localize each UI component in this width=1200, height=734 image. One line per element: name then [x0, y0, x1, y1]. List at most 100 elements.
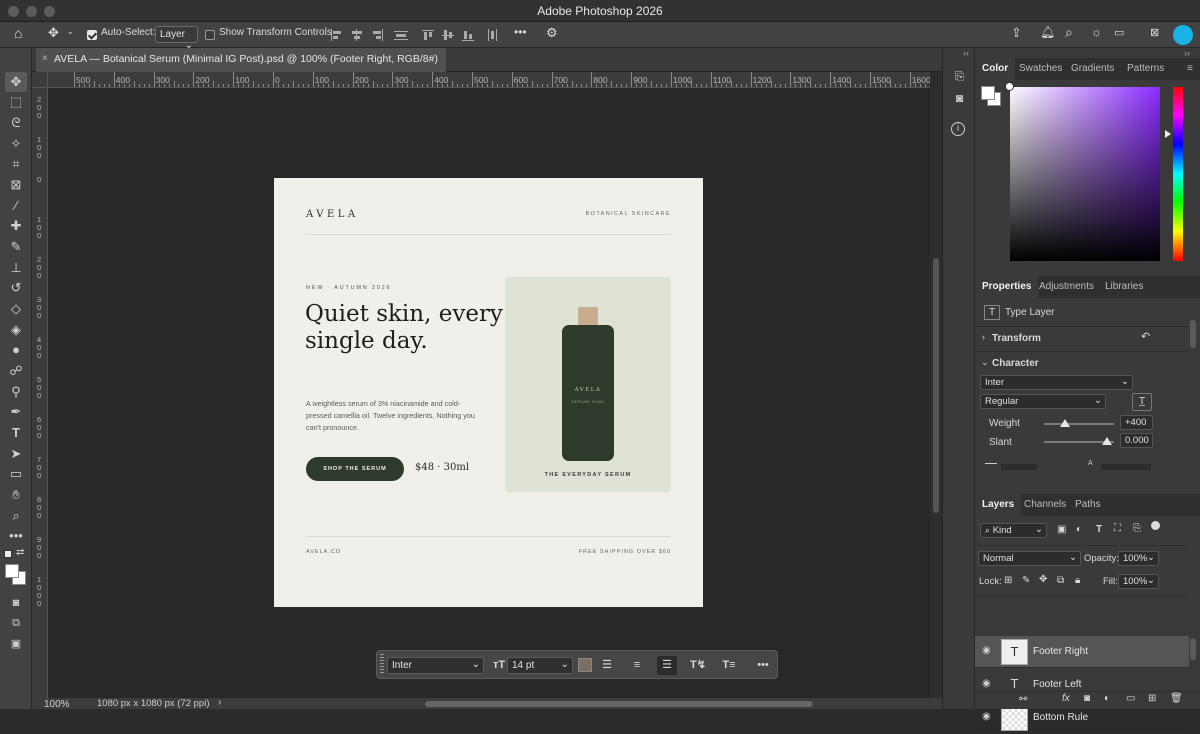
- stamp-tool-icon[interactable]: ⊥: [5, 258, 27, 278]
- more-tools-icon[interactable]: •••: [5, 526, 27, 546]
- top-rule[interactable]: [306, 234, 671, 235]
- color-picker-ring[interactable]: [1005, 82, 1014, 91]
- paint-bucket-tool-icon[interactable]: ◈: [5, 320, 27, 340]
- tab-color[interactable]: Color: [975, 58, 1015, 80]
- align-left-icon[interactable]: ☰: [597, 656, 617, 675]
- chevron-down-icon[interactable]: ⌄: [67, 27, 74, 36]
- adjustment-filter-icon[interactable]: ◐: [1076, 524, 1082, 535]
- weight-slider-thumb[interactable]: [1060, 419, 1070, 427]
- variable-font-icon[interactable]: T̲: [1132, 393, 1152, 411]
- kind-filter-dropdown[interactable]: ⌕ Kind⌄: [980, 523, 1047, 538]
- share-icon[interactable]: ⇪: [1011, 25, 1022, 41]
- align-right-icon[interactable]: ☰: [657, 656, 677, 675]
- lock-position-icon[interactable]: ✥: [1039, 574, 1047, 585]
- color-field[interactable]: [1010, 87, 1160, 261]
- workspace-icon[interactable]: ▭: [1114, 26, 1124, 39]
- marquee-tool-icon[interactable]: ⬚: [5, 92, 27, 112]
- align-right-edges-icon[interactable]: [370, 29, 384, 41]
- close-tab-icon[interactable]: ×: [42, 53, 48, 64]
- link-layers-icon[interactable]: ⚯: [1019, 694, 1027, 705]
- tab-adjustments[interactable]: Adjustments: [1032, 276, 1101, 298]
- hue-slider-arrow[interactable]: [1165, 130, 1171, 138]
- eye-icon[interactable]: ◉: [982, 678, 991, 689]
- font-style-dropdown[interactable]: Regular⌄: [980, 394, 1106, 409]
- tab-libraries[interactable]: Libraries: [1098, 276, 1150, 298]
- eraser-tool-icon[interactable]: ◇: [5, 299, 27, 319]
- artboard[interactable]: AVELA BOTANICAL SKINCARE NEW · AUTUMN 20…: [274, 178, 703, 607]
- headline[interactable]: Quiet skin, every single day.: [305, 301, 505, 355]
- shop-cta-button[interactable]: SHOP THE SERUM: [306, 457, 404, 481]
- lightbulb-icon[interactable]: ☼: [1091, 25, 1102, 39]
- smudge-tool-icon[interactable]: ☍: [5, 361, 27, 381]
- fill-field[interactable]: 100%⌄: [1118, 574, 1159, 589]
- auto-select-target-dropdown[interactable]: Layer ⌄: [155, 26, 198, 43]
- vertical-ruler[interactable]: 20010001002003004005006007008009001000: [32, 88, 48, 698]
- rectangle-tool-icon[interactable]: ▭: [5, 464, 27, 484]
- quick-mask-icon[interactable]: ◙: [5, 593, 27, 613]
- tab-layers[interactable]: Layers: [975, 494, 1021, 516]
- collapse-dock-icon[interactable]: ››: [1184, 48, 1190, 58]
- slant-value-field[interactable]: 0.000: [1120, 433, 1153, 448]
- zoom-level[interactable]: 100%: [44, 699, 70, 710]
- collapse-panels-icon[interactable]: ‹‹: [963, 48, 969, 58]
- chevron-right-icon[interactable]: ›: [982, 332, 985, 342]
- dodge-tool-icon[interactable]: ⚲: [5, 382, 27, 402]
- magic-wand-tool-icon[interactable]: ✧: [5, 134, 27, 154]
- chevron-down-icon[interactable]: ⌄: [981, 357, 989, 368]
- footer-left[interactable]: AVELA.CO: [306, 549, 341, 555]
- artboard-icon[interactable]: ▣: [5, 634, 27, 654]
- default-colors-icon[interactable]: [4, 550, 12, 558]
- eyedropper-tool-icon[interactable]: ⁄: [5, 196, 27, 216]
- slant-slider-thumb[interactable]: [1102, 437, 1112, 445]
- move-tool-icon[interactable]: ✥: [48, 25, 59, 41]
- shape-filter-icon[interactable]: ⛶: [1114, 523, 1121, 534]
- blur-tool-icon[interactable]: ●: [5, 340, 27, 360]
- show-transform-checkbox[interactable]: [205, 30, 215, 40]
- group-folder-icon[interactable]: ▭: [1126, 693, 1135, 704]
- comments-panel-icon[interactable]: ◙: [951, 90, 968, 107]
- eyebrow-text[interactable]: NEW · AUTUMN 2026: [306, 285, 391, 291]
- distribute-icon[interactable]: [394, 29, 408, 41]
- smart-object-filter-icon[interactable]: ⎘: [1133, 523, 1141, 534]
- align-center-icon[interactable]: ≡: [627, 656, 647, 675]
- bottom-rule[interactable]: [306, 536, 671, 537]
- lock-all-icon[interactable]: 🔒︎: [1075, 575, 1080, 586]
- history-panel-icon[interactable]: ⎘: [951, 68, 968, 85]
- transform-section-label[interactable]: Transform: [992, 333, 1041, 344]
- weight-value-field[interactable]: +400: [1120, 415, 1153, 430]
- healing-brush-tool-icon[interactable]: ✚: [5, 216, 27, 236]
- align-bottom-edges-icon[interactable]: [462, 29, 476, 41]
- screen-mode-icon[interactable]: ⧉: [5, 613, 27, 633]
- layer-name[interactable]: Footer Left: [1033, 679, 1081, 690]
- add-mask-icon[interactable]: ◙: [1084, 693, 1090, 704]
- properties-scrollbar[interactable]: [1190, 320, 1196, 348]
- scroll-thumb[interactable]: [933, 258, 939, 513]
- tab-channels[interactable]: Channels: [1017, 494, 1073, 516]
- type-tool-icon[interactable]: T: [5, 423, 27, 443]
- lock-artboard-icon[interactable]: ⧉: [1057, 575, 1064, 586]
- fx-icon[interactable]: fx: [1062, 693, 1070, 704]
- filter-toggle-icon[interactable]: [1151, 521, 1160, 530]
- text-color-swatch[interactable]: [578, 658, 592, 672]
- swap-colors-icon[interactable]: ⇄: [16, 547, 24, 558]
- layer-name[interactable]: Footer Right: [1033, 646, 1088, 657]
- bell-icon[interactable]: 🔔︎: [1040, 25, 1055, 39]
- pixel-filter-icon[interactable]: ▣: [1057, 524, 1066, 535]
- auto-select-checkbox[interactable]: [87, 30, 97, 40]
- gear-icon[interactable]: ⚙: [546, 25, 558, 41]
- character-section-label[interactable]: Character: [992, 358, 1039, 369]
- body-copy[interactable]: A weightless serum of 3% niacinamide and…: [306, 398, 481, 434]
- zoom-tool-icon[interactable]: ⌕: [5, 506, 27, 526]
- product-card[interactable]: AVELA SERUM 30ML THE EVERYDAY SERUM: [505, 277, 671, 492]
- slant-slider[interactable]: [1044, 441, 1114, 443]
- weight-slider[interactable]: [1044, 423, 1114, 425]
- tab-properties[interactable]: Properties: [975, 276, 1038, 298]
- vertical-scrollbar[interactable]: [930, 88, 942, 698]
- eye-icon[interactable]: ◉: [982, 645, 991, 656]
- drag-handle[interactable]: [380, 654, 384, 675]
- move-tool-icon[interactable]: ✥: [5, 72, 27, 92]
- tab-swatches[interactable]: Swatches: [1012, 58, 1069, 80]
- info-icon[interactable]: i: [951, 122, 965, 136]
- lock-pixels-icon[interactable]: ✎: [1022, 575, 1030, 586]
- more-options-button[interactable]: •••: [514, 25, 527, 39]
